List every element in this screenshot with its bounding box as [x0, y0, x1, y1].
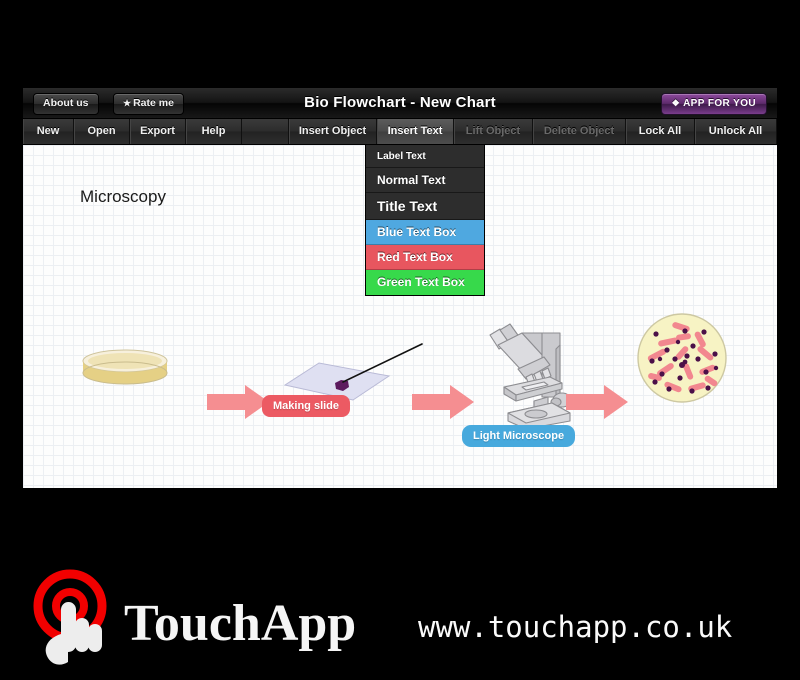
- menu-item-open[interactable]: Open: [74, 119, 130, 144]
- menu-gap: [242, 119, 289, 144]
- bacteria-field-icon[interactable]: [636, 312, 728, 404]
- arrow-3-icon[interactable]: [566, 385, 628, 419]
- menu-item-new[interactable]: New: [23, 119, 74, 144]
- canvas-label-microscopy[interactable]: Microscopy: [80, 187, 166, 207]
- brand-name: TouchApp: [124, 595, 357, 652]
- menu-item-unlock-all[interactable]: Unlock All: [695, 119, 777, 144]
- dropdown-item-title-text[interactable]: Title Text: [366, 193, 484, 220]
- menu-item-export[interactable]: Export: [130, 119, 186, 144]
- dropdown-item-normal-text[interactable]: Normal Text: [366, 168, 484, 193]
- title-bar: About us ★ Rate me Bio Flowchart - New Ch…: [23, 88, 777, 119]
- app-for-you-button[interactable]: ❖ APP FOR YOU: [660, 93, 767, 115]
- badge-light-microscope[interactable]: Light Microscope: [462, 425, 576, 447]
- menu-item-help[interactable]: Help: [186, 119, 242, 144]
- app-for-you-label: APP FOR YOU: [683, 98, 756, 109]
- dropdown-item-red-text-box[interactable]: Red Text Box: [366, 245, 484, 270]
- petri-dish-icon[interactable]: [79, 347, 171, 387]
- insert-text-dropdown: Label Text Normal Text Title Text Blue T…: [365, 145, 485, 296]
- badge-making-slide[interactable]: Making slide: [262, 395, 351, 417]
- menu-item-delete-object: Delete Object: [533, 119, 626, 144]
- website-url: www.touchapp.co.uk: [418, 610, 733, 644]
- arrow-1-icon[interactable]: [207, 385, 269, 419]
- menu-item-insert-text[interactable]: Insert Text: [377, 119, 454, 144]
- dropdown-item-blue-text-box[interactable]: Blue Text Box: [366, 220, 484, 245]
- menu-item-insert-object[interactable]: Insert Object: [289, 119, 377, 144]
- menu-item-lift-object: Lift Object: [454, 119, 533, 144]
- light-microscope-icon[interactable]: [478, 317, 578, 429]
- screenshot-root: About us ★ Rate me Bio Flowchart - New Ch…: [0, 0, 800, 680]
- app-window: About us ★ Rate me Bio Flowchart - New Ch…: [23, 88, 777, 488]
- arrow-2-icon[interactable]: [412, 385, 474, 419]
- menu-item-lock-all[interactable]: Lock All: [626, 119, 695, 144]
- diamond-icon: ❖: [671, 98, 681, 108]
- dropdown-item-green-text-box[interactable]: Green Text Box: [366, 270, 484, 295]
- menu-bar: New Open Export Help Insert Object Inser…: [23, 119, 777, 145]
- flowchart-canvas[interactable]: Microscopy Making slide Light Microscope…: [23, 145, 777, 488]
- dropdown-item-label-text[interactable]: Label Text: [366, 145, 484, 168]
